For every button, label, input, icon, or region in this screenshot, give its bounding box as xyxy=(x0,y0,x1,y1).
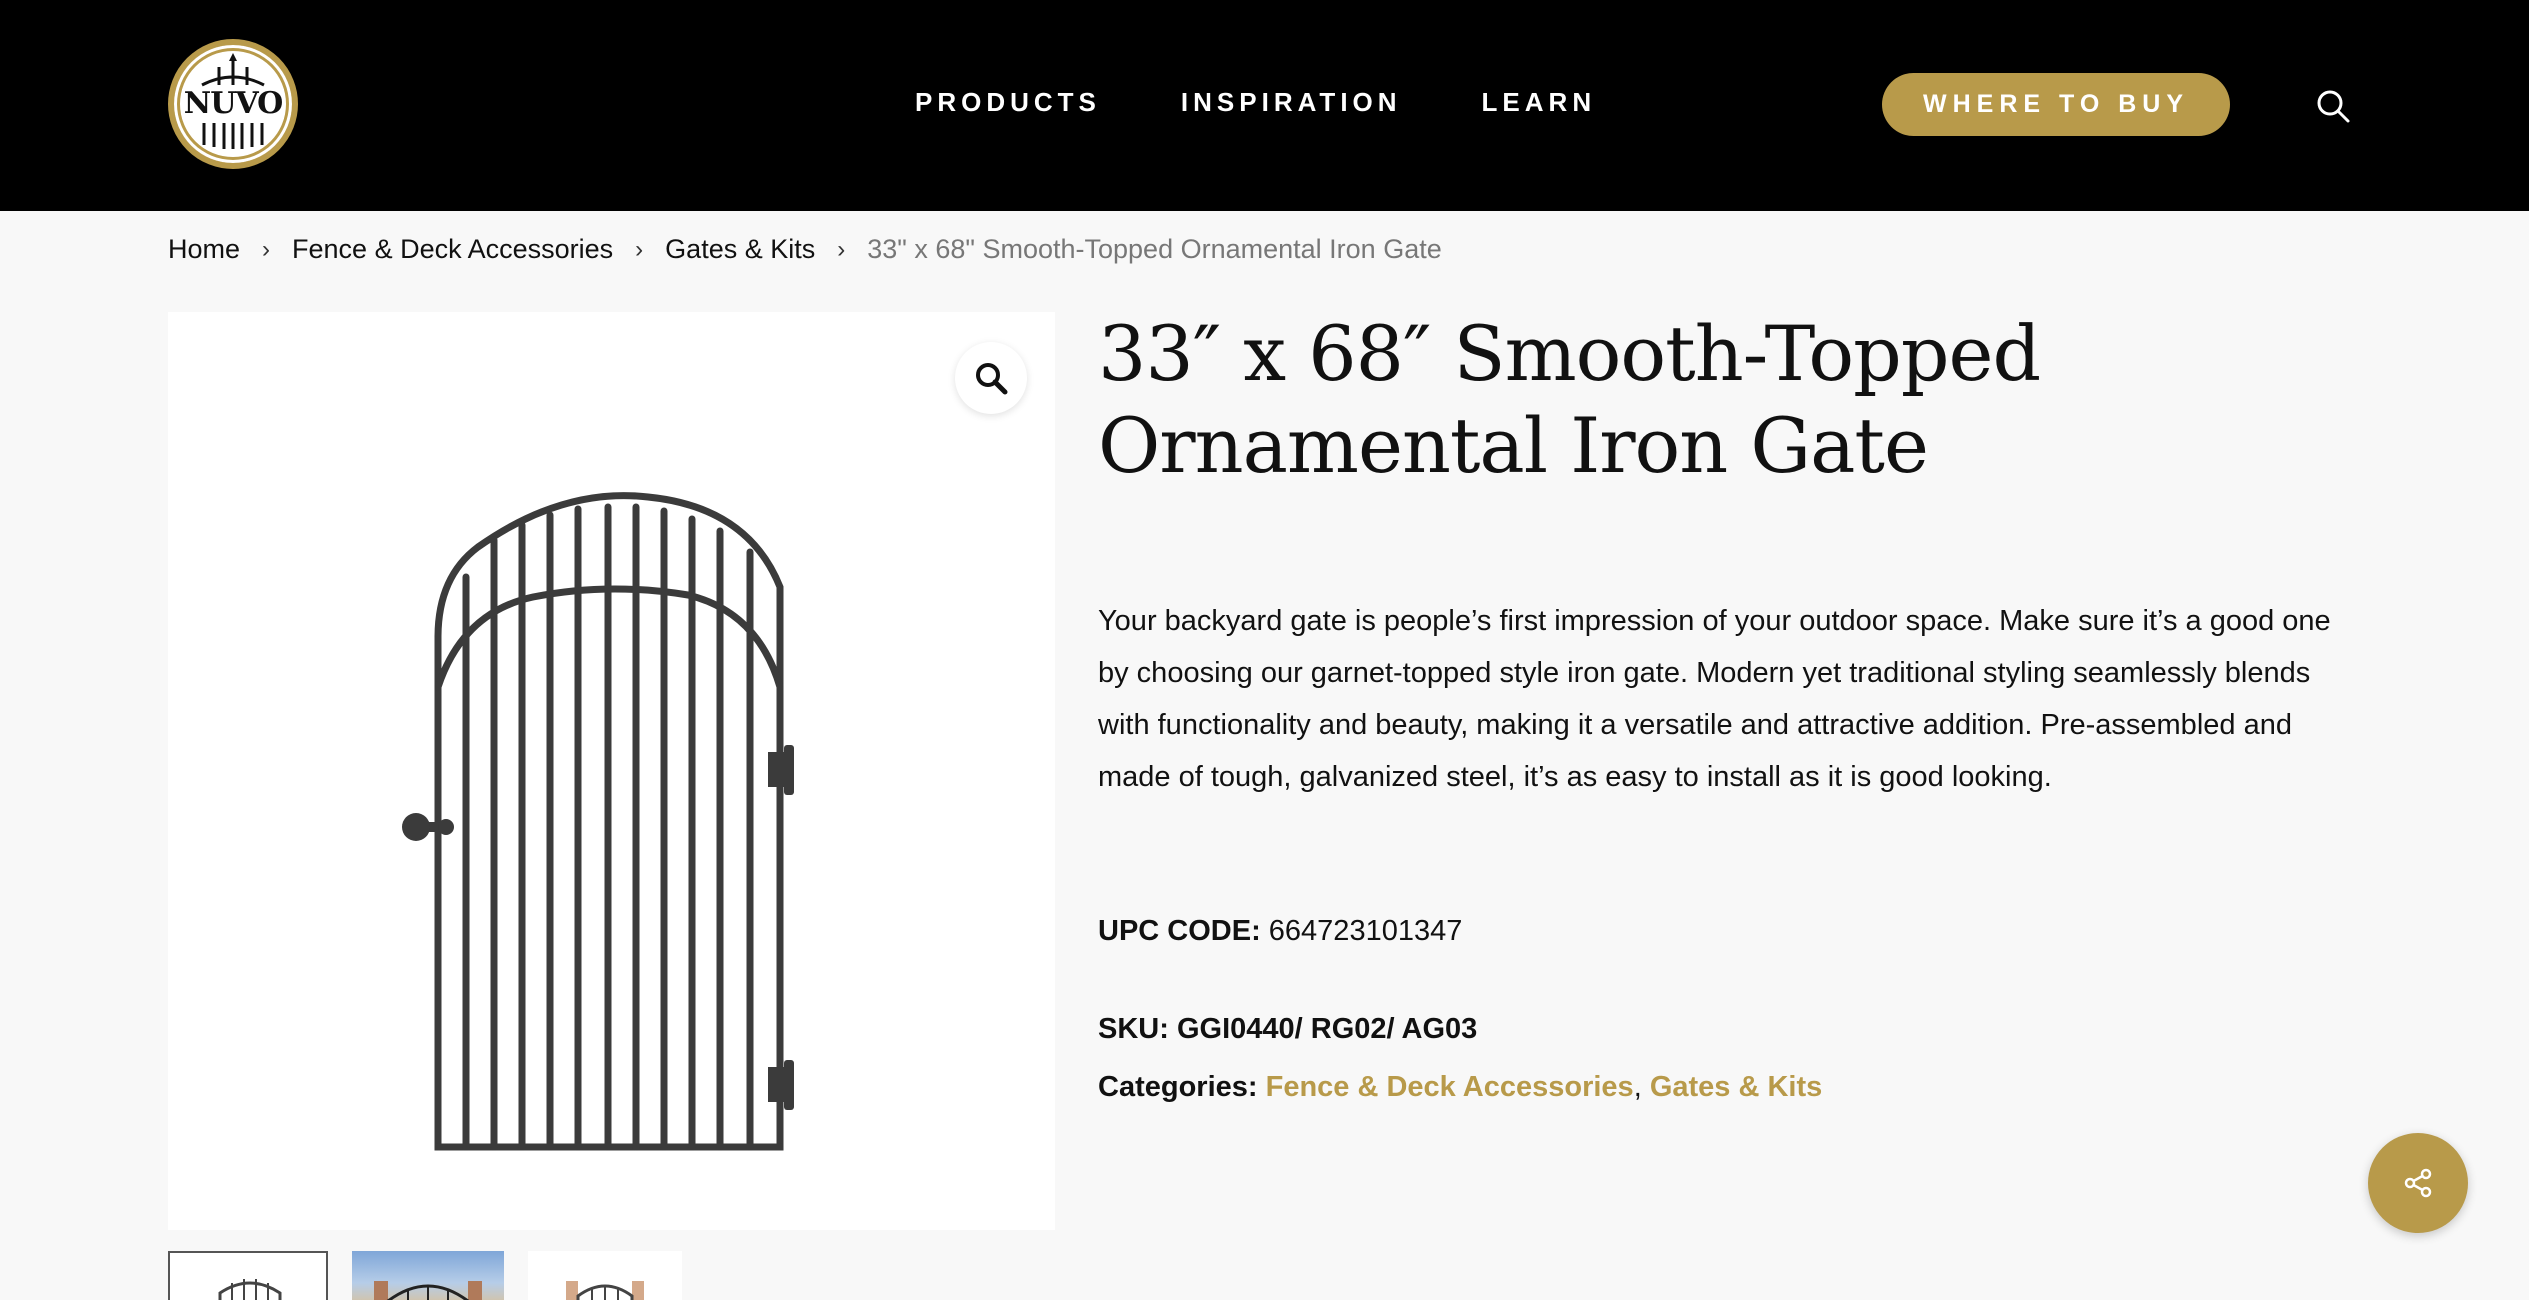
product-title: 33″ x 68″ Smooth-Topped Ornamental Iron … xyxy=(1098,309,2041,490)
categories: Categories: Fence & Deck Accessories, Ga… xyxy=(1098,1071,1822,1104)
thumbnail-1[interactable] xyxy=(168,1251,328,1300)
thumbnail-3[interactable] xyxy=(528,1251,682,1300)
upc-value: 664723101347 xyxy=(1268,915,1463,947)
nav-learn[interactable]: LEARN xyxy=(1482,87,1597,118)
site-header: NUVO PRODUCTS INSPIRATION LEARN WHERE TO… xyxy=(0,0,2529,211)
category-link-fence-deck[interactable]: Fence & Deck Accessories xyxy=(1266,1071,1634,1103)
nav-products[interactable]: PRODUCTS xyxy=(915,87,1101,118)
sku-value: GGI0440/ RG02/ AG03 xyxy=(1176,1013,1478,1045)
chevron-right-icon: › xyxy=(635,235,644,263)
gate-product-image[interactable] xyxy=(368,427,848,1157)
share-icon xyxy=(2404,1168,2432,1198)
nuvo-logo[interactable]: NUVO xyxy=(168,39,298,169)
logo-text: NUVO xyxy=(181,86,285,121)
category-link-gates-kits[interactable]: Gates & Kits xyxy=(1650,1071,1822,1103)
where-to-buy-button[interactable]: WHERE TO BUY xyxy=(1882,73,2230,136)
search-icon[interactable] xyxy=(2315,88,2351,124)
zoom-button[interactable] xyxy=(955,342,1027,414)
gate-scene-thumbnail-icon xyxy=(374,1281,482,1300)
gate-post-thumbnail-icon xyxy=(566,1281,644,1300)
breadcrumb-gates-kits[interactable]: Gates & Kits xyxy=(665,234,815,265)
breadcrumb-fence-deck[interactable]: Fence & Deck Accessories xyxy=(292,234,613,265)
product-description: Your backyard gate is people’s first imp… xyxy=(1098,605,2331,793)
breadcrumb: Home › Fence & Deck Accessories › Gates … xyxy=(168,234,1442,265)
sku: SKU: GGI0440/ RG02/ AG03 xyxy=(1098,1013,1477,1046)
thumbnail-2[interactable] xyxy=(352,1251,504,1300)
categories-label: Categories: xyxy=(1098,1071,1258,1103)
breadcrumb-current: 33" x 68" Smooth-Topped Ornamental Iron … xyxy=(867,234,1442,264)
thumbnail-strip xyxy=(168,1251,682,1300)
categories-separator: , xyxy=(1633,1071,1642,1103)
zoom-icon xyxy=(976,363,1008,395)
share-button[interactable] xyxy=(2368,1133,2468,1233)
gate-thumbnail-icon xyxy=(218,1279,282,1300)
upc-code: UPC CODE: 664723101347 xyxy=(1098,915,1462,948)
chevron-right-icon: › xyxy=(837,235,846,263)
nav-inspiration[interactable]: INSPIRATION xyxy=(1181,87,1402,118)
breadcrumb-home[interactable]: Home xyxy=(168,234,240,265)
product-image-panel xyxy=(168,312,1055,1230)
upc-label: UPC CODE: xyxy=(1098,915,1261,947)
sku-label: SKU: xyxy=(1098,1013,1169,1045)
chevron-right-icon: › xyxy=(262,235,271,263)
main-nav: PRODUCTS INSPIRATION LEARN xyxy=(915,87,1676,118)
